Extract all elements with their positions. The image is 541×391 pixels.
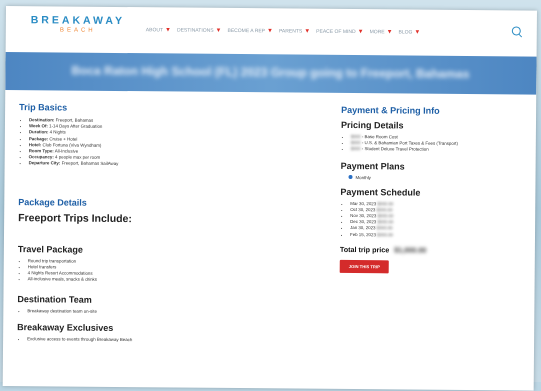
nav-item-more[interactable]: MORE ▼ [370, 29, 393, 35]
nav-item-blog[interactable]: BLOG ▼ [399, 29, 421, 35]
travel-package-list: Round trip transportation Hotel transfer… [18, 258, 318, 285]
plan-option-label: Monthly [355, 174, 371, 180]
chevron-down-icon: ▼ [165, 27, 172, 34]
trip-basics-heading: Trip Basics [19, 102, 68, 113]
nav-item-destinations[interactable]: DESTINATIONS ▼ [177, 27, 222, 33]
chevron-down-icon: ▼ [215, 27, 222, 34]
nav-label: PEACE OF MIND [316, 28, 356, 36]
brand-logo[interactable]: BREAKAWAY BEACH [20, 14, 136, 34]
nav-item-peace-of-mind[interactable]: PEACE OF MIND ▼ [316, 29, 363, 35]
package-details-heading: Package Details [18, 196, 87, 208]
hero-banner: Boca Raton High School (FL) 2023 Group g… [5, 51, 537, 95]
chevron-down-icon: ▼ [386, 29, 393, 36]
payment-heading: Payment & Pricing Info [341, 104, 440, 116]
payment-schedule-heading: Payment Schedule [340, 186, 421, 198]
chevron-down-icon: ▼ [266, 28, 274, 35]
radio-selected-icon [348, 175, 353, 180]
total-price-value: $1,000.00 [394, 245, 427, 255]
nav-label: MORE [369, 29, 385, 36]
chevron-down-icon: ▼ [304, 28, 311, 35]
nav-label: DESTINATIONS [176, 27, 214, 34]
trip-basics-list: Destination: Freeport, Bahamas Week Of: … [19, 117, 319, 169]
destination-team-heading: Destination Team [17, 294, 92, 306]
payment-plans-heading: Payment Plans [340, 160, 405, 172]
chevron-down-icon: ▼ [357, 29, 364, 36]
pricing-details-heading: Pricing Details [340, 119, 404, 131]
exclusives-heading: Breakaway Exclusives [17, 321, 114, 333]
schedule-list: Mar 30, 2023 $000.00 Oct 30, 2023 $000.0… [340, 201, 520, 240]
total-price: Total trip price $1,000.00 [340, 245, 520, 256]
list-item: Exclusive access to events through Break… [27, 336, 317, 345]
join-trip-button[interactable]: JOIN THIS TRIP [339, 259, 389, 274]
nav-item-become-a-rep[interactable]: BECOME A REP ▼ [227, 28, 273, 34]
search-icon[interactable] [511, 26, 521, 36]
chevron-down-icon: ▼ [414, 29, 421, 36]
nav-label: BLOG [398, 29, 413, 36]
main-nav: ABOUT ▼ DESTINATIONS ▼ BECOME A REP ▼ PA… [146, 27, 421, 35]
pricing-list: $000 - Base Room Cost $000 - U.S. & Baha… [341, 134, 521, 154]
exclusives-list: Exclusive access to events through Break… [17, 336, 317, 345]
nav-label: BECOME A REP [227, 27, 266, 35]
nav-label: ABOUT [145, 27, 164, 34]
brand-sub: BEACH [59, 27, 96, 34]
nav-item-about[interactable]: ABOUT ▼ [146, 27, 171, 33]
nav-item-parents[interactable]: PARENTS ▼ [279, 28, 310, 34]
brand-name: BREAKAWAY [30, 14, 126, 28]
webpage-printout: BREAKAWAY BEACH ABOUT ▼ DESTINATIONS ▼ B… [2, 6, 537, 391]
right-column: Payment & Pricing Info Pricing Details $… [339, 104, 521, 274]
page-title: Boca Raton High School (FL) 2023 Group g… [71, 63, 470, 82]
trips-include-heading: Freeport Trips Include: [18, 211, 132, 225]
travel-package-heading: Travel Package [17, 243, 83, 255]
total-price-label: Total trip price [339, 244, 390, 255]
nav-label: PARENTS [278, 28, 303, 35]
left-column: Trip Basics Destination: Freeport, Baham… [17, 102, 319, 344]
